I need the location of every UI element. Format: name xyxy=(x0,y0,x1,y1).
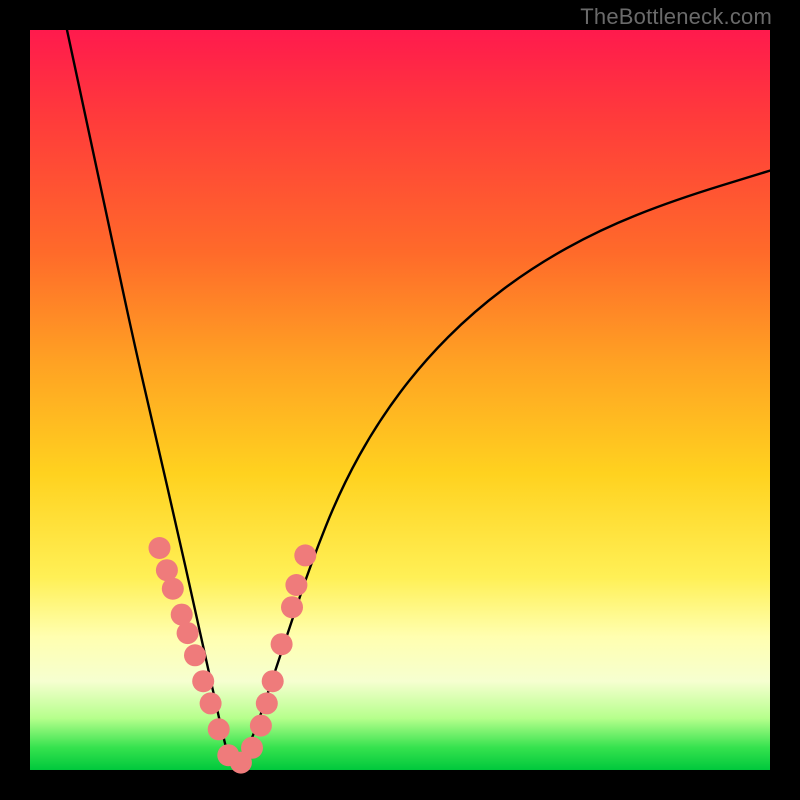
chart-svg xyxy=(30,30,770,770)
marker-dot xyxy=(250,715,272,737)
plot-area xyxy=(30,30,770,770)
marker-dot xyxy=(285,574,307,596)
marker-group xyxy=(149,537,317,774)
marker-dot xyxy=(256,692,278,714)
marker-dot xyxy=(192,670,214,692)
marker-dot xyxy=(294,544,316,566)
marker-dot xyxy=(241,737,263,759)
marker-dot xyxy=(149,537,171,559)
marker-dot xyxy=(177,622,199,644)
marker-dot xyxy=(208,718,230,740)
outer-frame: TheBottleneck.com xyxy=(0,0,800,800)
marker-dot xyxy=(262,670,284,692)
marker-dot xyxy=(184,644,206,666)
marker-dot xyxy=(281,596,303,618)
bottleneck-curve xyxy=(67,30,770,763)
marker-dot xyxy=(271,633,293,655)
watermark-text: TheBottleneck.com xyxy=(580,4,772,30)
marker-dot xyxy=(162,578,184,600)
marker-dot xyxy=(200,692,222,714)
